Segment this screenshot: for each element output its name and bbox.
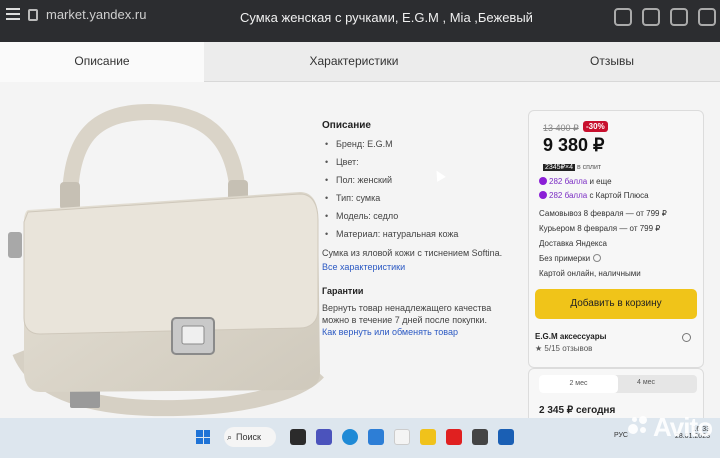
seller-info-icon[interactable]	[682, 333, 691, 342]
seller-rating[interactable]: ★ 5/15 отзывов	[535, 344, 592, 353]
browser-topbar: market.yandex.ru Сумка женская с ручками…	[0, 0, 720, 42]
address-bar[interactable]: market.yandex.ru	[46, 7, 146, 22]
yandex-icon[interactable]	[446, 429, 462, 445]
guarantee-heading: Гарантии	[322, 286, 364, 297]
attr-material: Материал: натуральная кожа	[322, 229, 512, 239]
courier-option[interactable]: Курьером 8 февраля — от 799 ₽	[539, 224, 660, 233]
edge-icon[interactable]	[342, 429, 358, 445]
store-icon[interactable]	[472, 429, 488, 445]
bonus-plus-card[interactable]: 282 балла с Картой Плюса	[539, 191, 649, 200]
product-tabs: Описание Характеристики Отзывы	[0, 42, 720, 82]
price-card: 13 400 ₽ -30% 9 380 ₽ 2345₽×4 в сплит 28…	[528, 110, 704, 368]
yandex-browser-icon[interactable]	[394, 429, 410, 445]
split-info[interactable]: 2345₽×4 в сплит	[543, 163, 601, 171]
fitting-text: Без примерки	[539, 254, 591, 263]
toolbar-icons	[614, 8, 716, 26]
attr-model: Модель: седло	[322, 211, 512, 221]
word-icon[interactable]	[498, 429, 514, 445]
main-content: Описание Бренд: E.G.M Цвет: Пол: женский…	[0, 82, 720, 418]
menu-icon[interactable]	[6, 8, 20, 24]
attr-color: Цвет:	[322, 157, 512, 167]
task-view-icon[interactable]	[290, 429, 306, 445]
bonus-plus-text: с Картой Плюса	[589, 191, 649, 200]
teams-icon[interactable]	[316, 429, 332, 445]
attr-gender: Пол: женский	[322, 175, 512, 185]
attribute-list: Бренд: E.G.M Цвет: Пол: женский Тип: сум…	[322, 139, 512, 239]
page-title: Сумка женская с ручками, E.G.M , Mia ,Бе…	[240, 10, 533, 25]
seller-name[interactable]: E.G.M аксессуары	[535, 332, 606, 341]
avito-watermark: Avito	[627, 412, 713, 443]
tabs-icon[interactable]	[642, 8, 660, 26]
tab-characteristics[interactable]: Характеристики	[204, 42, 504, 82]
extensions-icon[interactable]	[614, 8, 632, 26]
plus-icon	[539, 191, 547, 199]
tab-reviews[interactable]: Отзывы	[504, 42, 720, 82]
bonus-plus-value: 282 балла	[549, 191, 588, 200]
info-icon[interactable]	[593, 254, 602, 262]
description-text: Сумка из яловой кожи с тиснением Softina…	[322, 248, 503, 258]
installment-4m[interactable]: 4 мес	[637, 379, 655, 386]
taskbar-search[interactable]: Поиск	[224, 427, 276, 447]
attr-type: Тип: сумка	[322, 193, 512, 203]
lock-icon	[28, 9, 38, 21]
payment-methods: Картой онлайн, наличными	[539, 269, 641, 278]
installment-toggle: 2 мес 4 мес	[539, 375, 697, 393]
avito-logo-icon	[627, 416, 650, 438]
delivery-provider: Доставка Яндекса	[539, 239, 607, 248]
tab-description[interactable]: Описание	[0, 42, 204, 82]
pickup-option[interactable]: Самовывоз 8 февраля — от 799 ₽	[539, 209, 667, 218]
return-link[interactable]: Как вернуть или обменять товар	[322, 326, 512, 338]
attr-brand: Бренд: E.G.M	[322, 139, 512, 149]
folder-icon[interactable]	[420, 429, 436, 445]
download-icon[interactable]	[698, 8, 716, 26]
product-image[interactable]	[0, 92, 330, 418]
language-indicator[interactable]: РУС	[614, 432, 628, 439]
bonus-points-value: 282 балла	[549, 177, 588, 186]
add-to-cart-button[interactable]: Добавить в корзину	[535, 289, 697, 319]
guarantee-text: Вернуть товар ненадлежащего качества мож…	[322, 303, 492, 326]
bookmark-icon[interactable]	[670, 8, 688, 26]
discount-badge: -30%	[583, 121, 608, 132]
description-heading: Описание	[322, 120, 371, 131]
windows-start-icon[interactable]	[196, 430, 210, 444]
split-badge: 2345₽×4	[543, 164, 576, 171]
windows-taskbar: Поиск РУС 16:33 28.01.2023	[0, 418, 720, 458]
fitting-info: Без примерки	[539, 254, 602, 263]
avito-wordmark: Avito	[652, 412, 713, 442]
all-specs-link[interactable]: Все характеристики	[322, 262, 512, 272]
description-panel: Описание Бренд: E.G.M Цвет: Пол: женский…	[322, 120, 512, 339]
mail-icon[interactable]	[368, 429, 384, 445]
installment-2m[interactable]: 2 мес	[539, 375, 618, 393]
installment-card: 2 мес 4 мес 2 345 ₽ сегодня	[528, 368, 704, 418]
old-price: 13 400 ₽	[543, 123, 579, 133]
plus-icon	[539, 177, 547, 185]
current-price: 9 380 ₽	[543, 135, 605, 155]
bonus-points[interactable]: 282 балла и еще	[539, 177, 612, 186]
installment-today: 2 345 ₽ сегодня	[539, 405, 616, 416]
bonus-points-text: и еще	[589, 177, 612, 186]
split-text: в сплит	[576, 164, 602, 171]
